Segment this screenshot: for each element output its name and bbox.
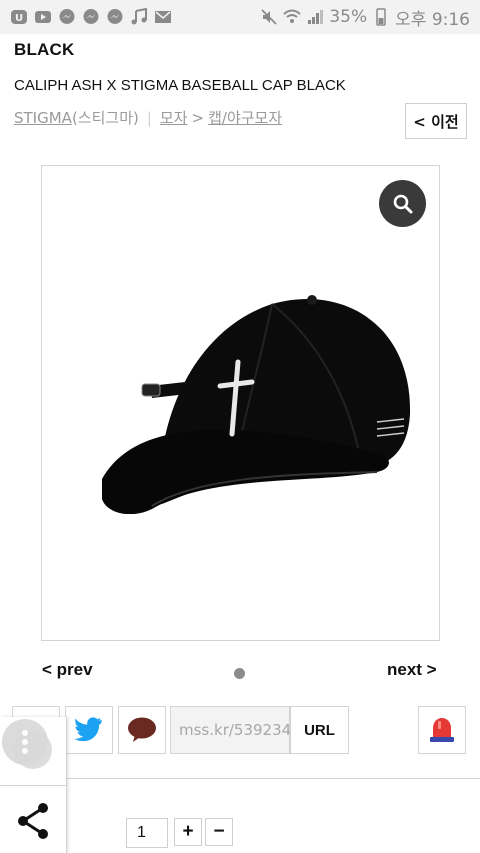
product-title: CALIPH ASH X STIGMA BASEBALL CAP BLACK <box>14 77 346 94</box>
system-indicators: 35% 오후 9:16 <box>260 5 470 30</box>
alarm-icon <box>430 718 454 742</box>
battery-percent: 35% <box>329 7 368 27</box>
zoom-button[interactable] <box>379 180 426 227</box>
quantity-minus-button[interactable]: − <box>205 818 233 846</box>
status-bar: U 35% 오후 9:16 <box>0 0 480 34</box>
color-label: BLACK <box>14 40 75 59</box>
messenger-icon <box>58 8 76 26</box>
product-image-frame[interactable] <box>41 165 440 641</box>
search-icon <box>393 194 412 213</box>
breadcrumb-category-link[interactable]: 모자 <box>160 107 188 128</box>
breadcrumb-separator: > <box>191 108 205 127</box>
app-icon: U <box>10 8 28 26</box>
mail-icon <box>154 8 172 26</box>
breadcrumb-brand-korean: (스티그마) <box>71 109 139 127</box>
more-options-button[interactable] <box>2 719 48 765</box>
messenger-icon <box>106 8 124 26</box>
restock-alarm-button[interactable] <box>418 706 466 754</box>
share-button[interactable] <box>14 799 52 843</box>
vertical-dots-icon <box>22 730 28 754</box>
youtube-icon <box>34 8 52 26</box>
clock: 오후 9:16 <box>395 9 470 30</box>
panel-divider <box>0 785 67 786</box>
share-icon <box>18 803 48 839</box>
breadcrumb: STIGMA (스티그마) | 모자 > 캡/야구모자 <box>14 107 282 128</box>
messenger-icon <box>82 8 100 26</box>
prev-image-link[interactable]: < prev <box>42 660 93 680</box>
kakaotalk-share-button[interactable] <box>118 706 166 754</box>
battery-icon <box>372 8 390 26</box>
twitter-share-button[interactable] <box>65 706 113 754</box>
music-icon <box>130 8 148 26</box>
breadcrumb-brand-link[interactable]: STIGMA <box>14 109 72 127</box>
breadcrumb-divider: | <box>146 108 152 127</box>
wifi-icon <box>283 8 302 26</box>
copy-url-button[interactable]: URL <box>290 706 349 754</box>
short-url-field[interactable]: mss.kr/539234 <box>170 706 291 754</box>
next-image-link[interactable]: next > <box>387 660 437 680</box>
section-divider <box>0 778 480 779</box>
quantity-input[interactable]: 1 <box>126 818 168 848</box>
quantity-plus-button[interactable]: + <box>174 818 202 846</box>
back-button[interactable]: < 이전 <box>405 103 467 139</box>
notification-icons: U <box>10 8 172 26</box>
product-image <box>102 295 411 514</box>
mute-icon <box>260 8 278 26</box>
kakaotalk-icon <box>128 717 156 742</box>
svg-text:U: U <box>15 13 23 24</box>
signal-icon <box>306 8 324 26</box>
breadcrumb-subcategory-link[interactable]: 캡/야구모자 <box>208 107 282 128</box>
carousel-dot[interactable] <box>234 668 245 679</box>
twitter-icon <box>74 717 102 742</box>
floating-side-panel <box>0 717 67 853</box>
